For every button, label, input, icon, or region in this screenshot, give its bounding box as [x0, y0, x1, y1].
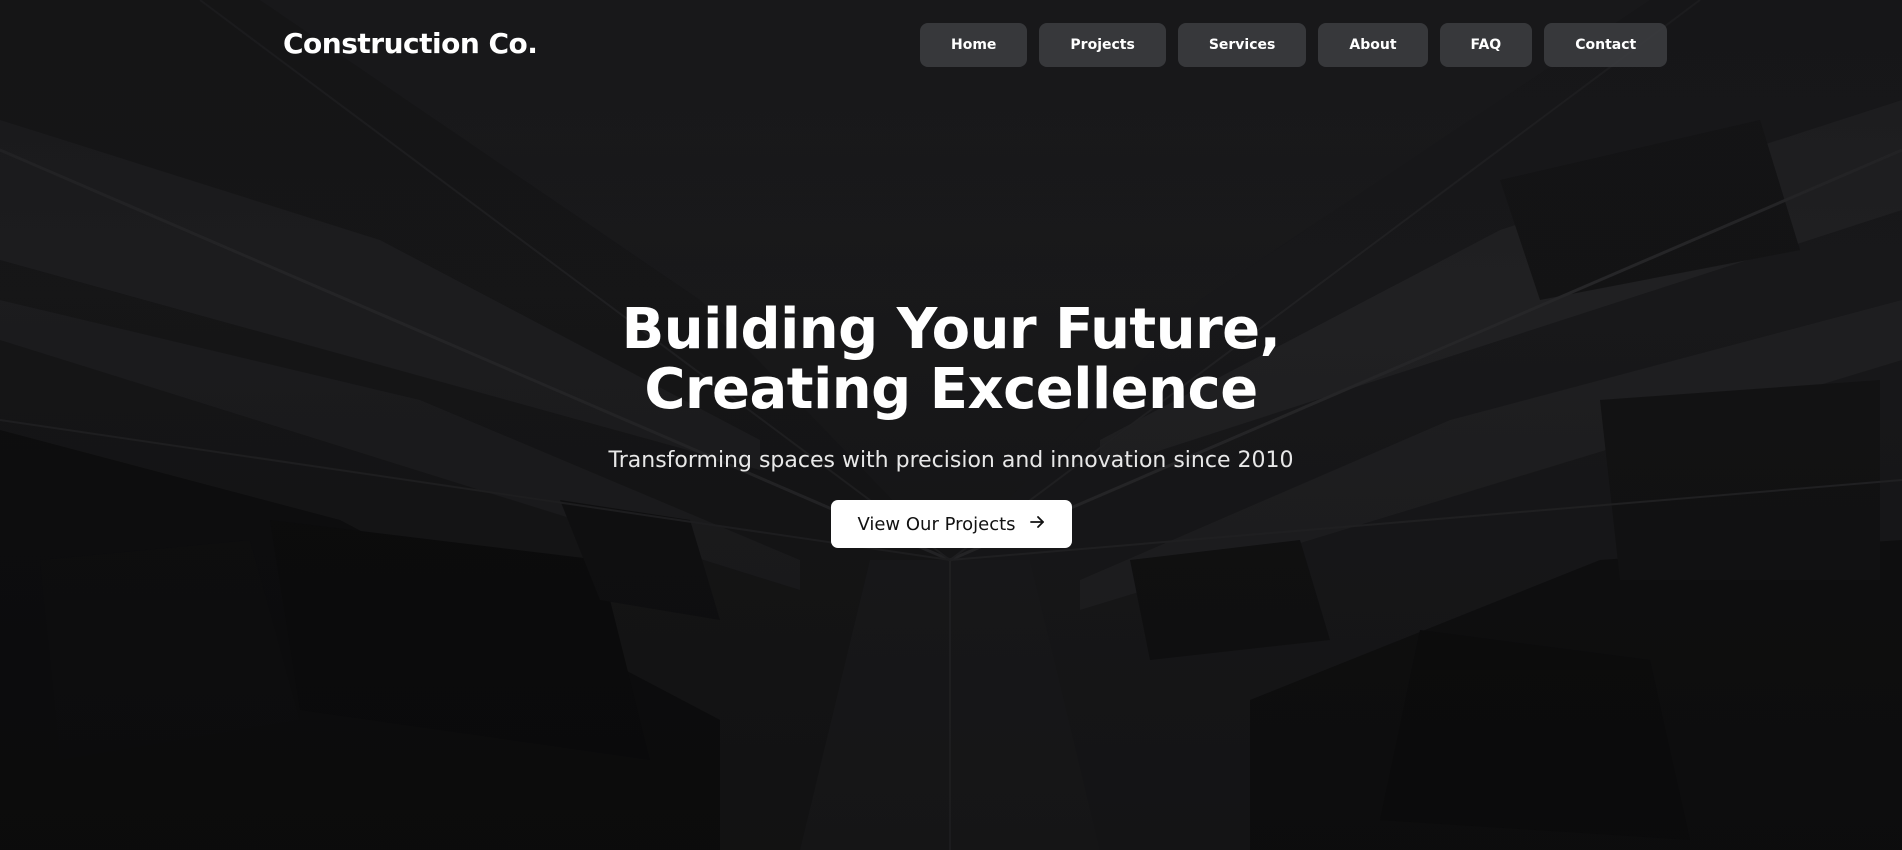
hero-headline: Building Your Future, Creating Excellenc… — [0, 300, 1902, 420]
nav-projects-button[interactable]: Projects — [1039, 23, 1166, 67]
dark-overlay — [0, 0, 1902, 850]
hero-subtitle: Transforming spaces with precision and i… — [608, 448, 1294, 473]
nav-about-button[interactable]: About — [1318, 23, 1428, 67]
brand-logo[interactable]: Construction Co. — [283, 27, 538, 60]
nav-home-button[interactable]: Home — [920, 23, 1028, 67]
hero-section: Construction Co. Home Projects Services … — [0, 0, 1902, 850]
view-projects-button[interactable]: View Our Projects — [831, 500, 1072, 548]
nav-faq-button[interactable]: FAQ — [1439, 23, 1533, 67]
hero-headline-line-1: Building Your Future, — [621, 297, 1281, 362]
nav-services-button[interactable]: Services — [1177, 23, 1307, 67]
main-nav: Home Projects Services About FAQ Contact — [920, 23, 1668, 67]
view-projects-label: View Our Projects — [857, 513, 1016, 535]
arrow-right-icon — [1029, 515, 1046, 533]
hero-headline-line-2: Creating Excellence — [644, 357, 1258, 422]
nav-contact-button[interactable]: Contact — [1544, 23, 1668, 67]
